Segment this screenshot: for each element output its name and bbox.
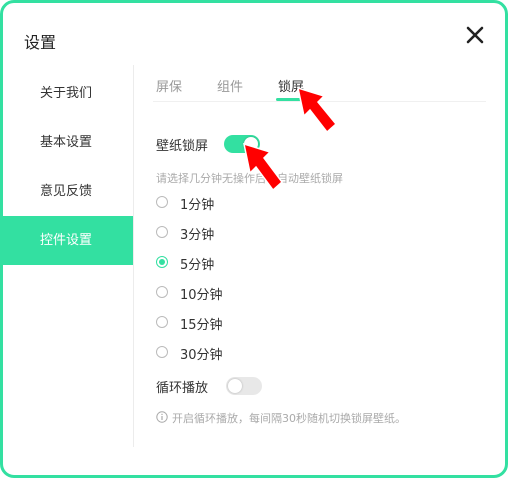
radio-label: 3分钟 bbox=[180, 228, 215, 243]
close-icon[interactable] bbox=[463, 23, 487, 47]
radio-label: 10分钟 bbox=[180, 288, 223, 303]
loop-play-label: 循环播放 bbox=[156, 381, 209, 396]
toggle-knob bbox=[228, 379, 242, 393]
dialog-title: 设置 bbox=[24, 33, 57, 52]
tab-widgets[interactable]: 组件 bbox=[217, 76, 243, 95]
radio-button[interactable] bbox=[156, 196, 168, 208]
radio-label: 1分钟 bbox=[180, 198, 215, 213]
radio-button[interactable] bbox=[156, 286, 168, 298]
radio-label: 15分钟 bbox=[180, 318, 223, 333]
radio-button[interactable] bbox=[156, 316, 168, 328]
sidebar-item-about[interactable]: 关于我们 bbox=[3, 70, 133, 118]
radio-button[interactable] bbox=[156, 226, 168, 238]
sidebar-item-feedback[interactable]: 意见反馈 bbox=[3, 168, 133, 216]
sidebar-item-label: 控件设置 bbox=[40, 233, 93, 248]
sidebar-item-label: 关于我们 bbox=[40, 86, 93, 101]
info-icon bbox=[156, 411, 168, 423]
arrow-annotation bbox=[296, 86, 338, 134]
wallpaper-lock-label: 壁纸锁屏 bbox=[156, 139, 209, 154]
radio-button-checked[interactable] bbox=[156, 256, 168, 268]
tab-screensaver[interactable]: 屏保 bbox=[156, 76, 182, 95]
loop-play-toggle[interactable] bbox=[226, 377, 262, 395]
sidebar-item-label: 意见反馈 bbox=[40, 184, 93, 199]
sidebar-item-control-settings[interactable]: 控件设置 bbox=[3, 216, 133, 265]
sidebar-item-basic-settings[interactable]: 基本设置 bbox=[3, 119, 133, 167]
arrow-annotation bbox=[243, 142, 284, 192]
radio-button[interactable] bbox=[156, 346, 168, 358]
settings-dialog: 设置 关于我们 基本设置 意见反馈 控件设置 屏保 组件 锁屏 壁纸锁屏 请选择… bbox=[0, 0, 508, 478]
loop-hint: 开启循环播放，每间隔30秒随机切换锁屏壁纸。 bbox=[172, 412, 406, 425]
sidebar: 关于我们 基本设置 意见反馈 控件设置 bbox=[3, 65, 134, 447]
sidebar-item-label: 基本设置 bbox=[40, 135, 93, 150]
radio-label: 30分钟 bbox=[180, 348, 223, 363]
radio-label: 5分钟 bbox=[180, 258, 215, 273]
